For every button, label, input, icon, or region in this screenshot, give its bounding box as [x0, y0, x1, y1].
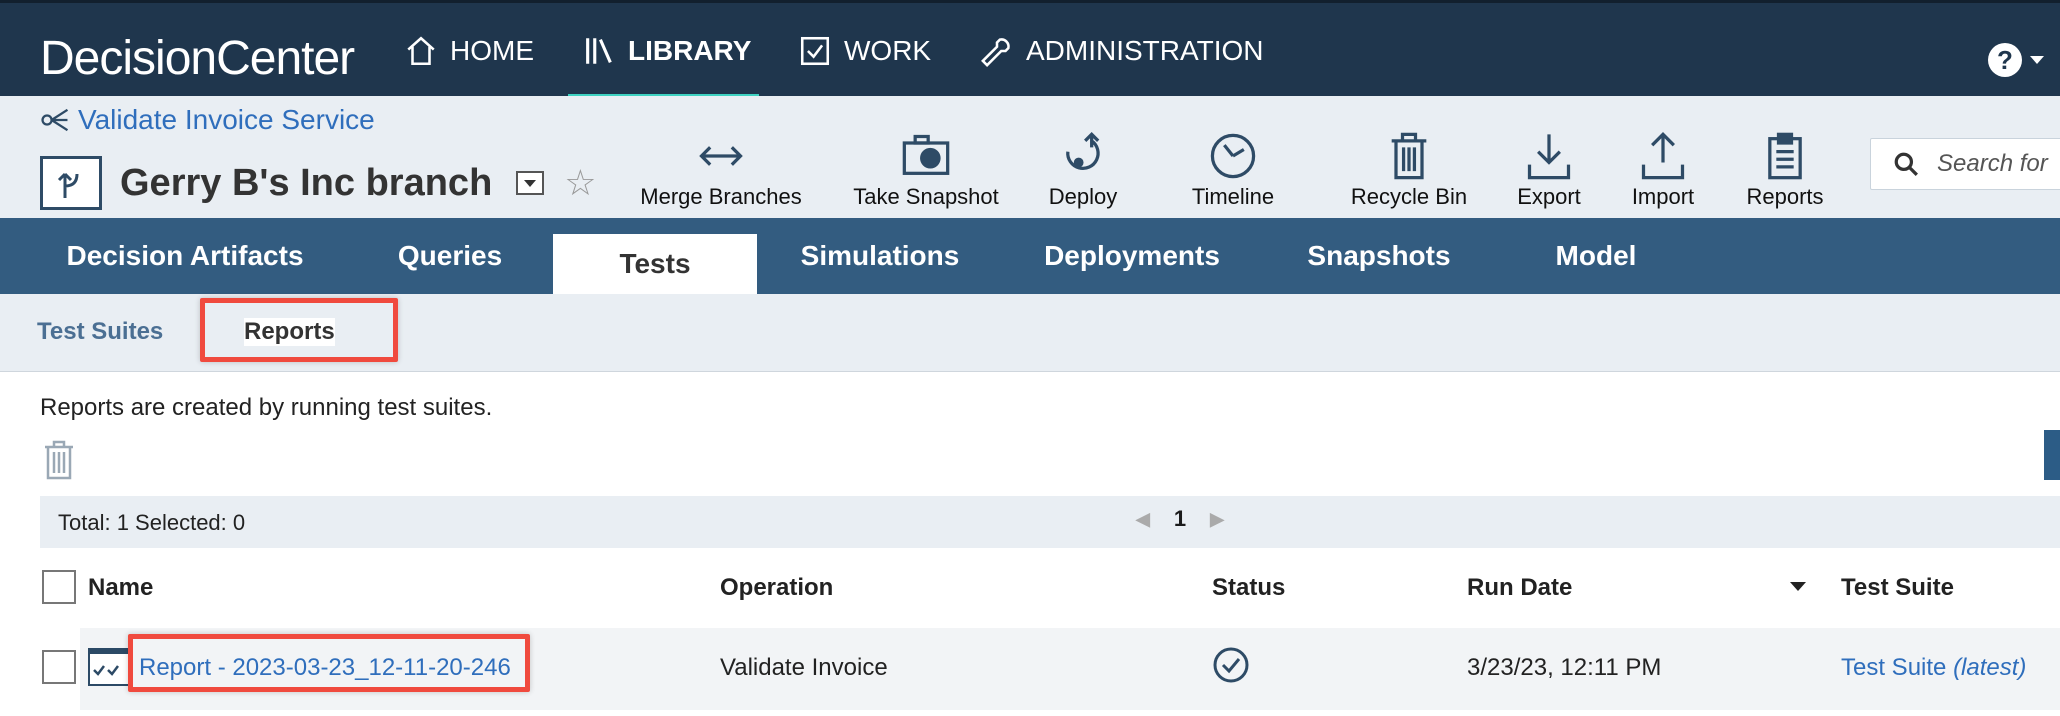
camera-icon	[902, 134, 950, 175]
select-all-checkbox[interactable]	[42, 570, 76, 604]
tab-decision-artifacts[interactable]: Decision Artifacts	[40, 218, 330, 294]
column-header-test-suite[interactable]: Test Suite	[1841, 574, 1954, 602]
merge-arrows-icon	[699, 146, 743, 166]
deploy-icon	[1066, 132, 1100, 171]
nav-work-label: WORK	[844, 35, 932, 66]
report-run-date: 3/23/23, 12:11 PM	[1467, 654, 1662, 681]
take-snapshot-button[interactable]: Take Snapshot	[841, 130, 1011, 210]
clipboard-icon	[1768, 132, 1802, 180]
pagination-bar: Total: 1 Selected: 0 ◀ 1 ▶	[40, 496, 2060, 548]
column-header-status[interactable]: Status	[1212, 574, 1285, 602]
search-placeholder: Search for	[1937, 150, 2048, 177]
import-icon	[1641, 132, 1685, 180]
reports-toolbar-label: Reports	[1746, 184, 1824, 209]
chevron-down-icon	[524, 179, 537, 187]
branch-icon	[40, 156, 102, 210]
help-menu[interactable]: ?	[1988, 43, 2044, 77]
wrench-icon	[981, 38, 1010, 67]
total-selected-count: Total: 1 Selected: 0	[58, 510, 246, 535]
export-icon	[1527, 134, 1571, 180]
tab-model[interactable]: Model	[1540, 218, 1652, 294]
report-operation: Validate Invoice	[720, 654, 888, 681]
column-header-name[interactable]: Name	[88, 574, 153, 602]
branch-dropdown-button[interactable]	[516, 171, 545, 195]
deploy-label: Deploy	[1048, 184, 1118, 209]
reports-description: Reports are created by running test suit…	[40, 394, 493, 421]
trash-icon	[1391, 132, 1427, 180]
tab-snapshots[interactable]: Snapshots	[1292, 218, 1466, 294]
current-page-number[interactable]: 1	[1174, 506, 1186, 532]
previous-page-icon[interactable]: ◀	[1136, 509, 1150, 530]
row-checkbox[interactable]	[42, 650, 76, 684]
reports-toolbar-button[interactable]: Reports	[1700, 130, 1870, 210]
nav-administration[interactable]: ADMINISTRATION	[980, 3, 1263, 99]
chevron-down-icon	[2030, 56, 2044, 64]
checkbox-icon	[800, 36, 830, 66]
app-brand: DecisionCenter	[40, 32, 355, 85]
column-header-run-date[interactable]: Run Date	[1467, 574, 1572, 602]
column-header-operation[interactable]: Operation	[720, 574, 833, 602]
nav-home-label: HOME	[450, 35, 534, 66]
test-suite-link[interactable]: Test Suite (latest)	[1841, 654, 2026, 682]
main-tabs: Decision Artifacts Queries Tests Simulat…	[0, 218, 2060, 294]
tab-queries[interactable]: Queries	[370, 218, 530, 294]
nav-library[interactable]: LIBRARY	[567, 3, 760, 99]
subtab-test-suites[interactable]: Test Suites	[37, 318, 163, 346]
merge-branches-label: Merge Branches	[640, 184, 802, 209]
search-icon	[1894, 152, 1918, 176]
branch-name: Gerry B's Inc branch	[120, 161, 493, 204]
nav-administration-label: ADMINISTRATION	[1026, 35, 1264, 66]
search-input[interactable]: Search for	[1870, 138, 2060, 190]
project-link[interactable]: Validate Invoice Service	[38, 104, 375, 136]
nav-work[interactable]: WORK	[798, 3, 931, 99]
tab-deployments[interactable]: Deployments	[1032, 218, 1232, 294]
favorite-star-icon[interactable]: ☆	[564, 162, 596, 204]
side-panel-toggle[interactable]	[2044, 430, 2060, 480]
pagination-controls: ◀ 1 ▶	[1136, 506, 1224, 532]
home-icon	[407, 36, 435, 66]
test-suite-name: Test Suite	[1841, 654, 1947, 681]
nav-library-label: LIBRARY	[628, 35, 752, 66]
sort-descending-icon[interactable]	[1790, 582, 1806, 591]
tab-simulations[interactable]: Simulations	[784, 218, 976, 294]
timeline-button[interactable]: Timeline	[1148, 130, 1318, 210]
project-link-label: Validate Invoice Service	[78, 104, 375, 135]
branch-title: Gerry B's Inc branch ☆	[40, 156, 597, 210]
clock-icon	[1210, 133, 1256, 179]
top-navigation-bar: DecisionCenter HOME LIBRARY WORK ADMINIS…	[0, 0, 2060, 99]
decision-service-icon	[41, 108, 69, 132]
help-icon: ?	[1988, 43, 2022, 77]
delete-trash-icon[interactable]	[42, 440, 76, 480]
library-icon	[586, 38, 612, 64]
nav-home[interactable]: HOME	[404, 3, 534, 99]
test-report-icon	[88, 648, 130, 686]
merge-branches-button[interactable]: Merge Branches	[636, 130, 806, 210]
next-page-icon[interactable]: ▶	[1210, 509, 1224, 530]
test-suite-version: (latest)	[1953, 654, 2027, 681]
status-passed-icon	[1213, 647, 1249, 683]
tab-tests[interactable]: Tests	[553, 234, 757, 294]
highlight-reports-subtab	[200, 298, 398, 362]
highlight-report-link	[128, 634, 530, 692]
take-snapshot-label: Take Snapshot	[853, 184, 999, 209]
deploy-button[interactable]: Deploy	[998, 130, 1168, 210]
timeline-label: Timeline	[1191, 184, 1275, 209]
